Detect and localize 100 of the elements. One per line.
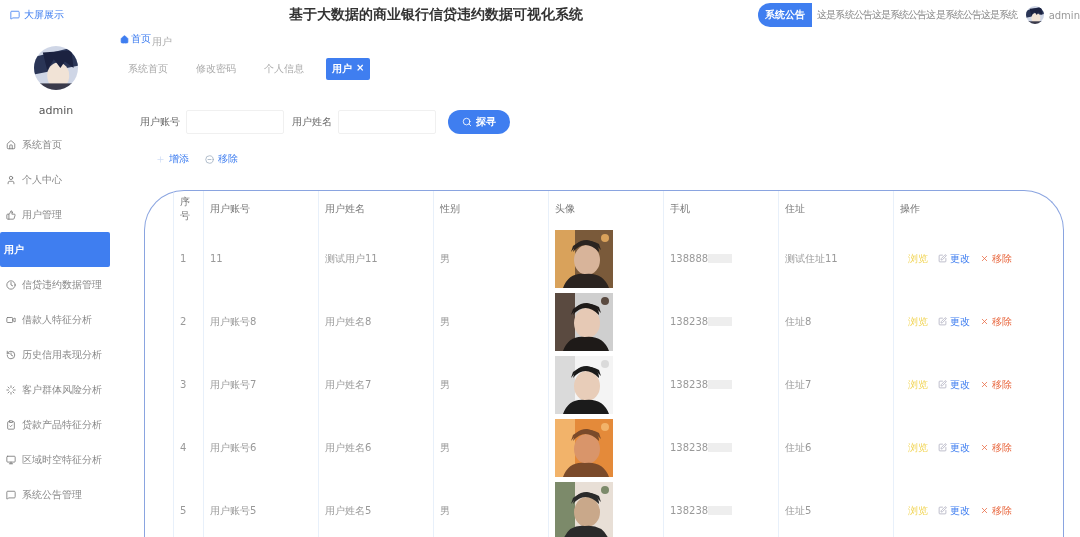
profile-avatar	[34, 46, 78, 90]
edit-icon	[938, 380, 947, 389]
menu-item[interactable]: 客户群体风险分析	[0, 372, 110, 407]
table-cell: 测试住址11	[778, 227, 894, 290]
menu-item[interactable]: 个人中心	[0, 162, 110, 197]
edit-link[interactable]: 更改	[938, 503, 970, 518]
table-cell: 2	[173, 290, 204, 353]
table-cell: 男	[433, 290, 549, 353]
table-cell: 11	[203, 227, 319, 290]
table-cell: 用户账号8	[203, 290, 319, 353]
table-cell: 男	[433, 416, 549, 479]
menu-item[interactable]: 区域时空特征分析	[0, 442, 110, 477]
menu-icon	[6, 209, 16, 220]
column-header: 用户姓名	[318, 191, 434, 227]
notice-text: 这是系统公告这是系统公告这是系统公告这是系统	[817, 8, 1018, 22]
phone-number: 138238	[670, 316, 709, 327]
close-icon	[980, 317, 989, 326]
menu-icon	[6, 384, 16, 395]
profile-name: admin	[38, 104, 74, 117]
edit-icon	[938, 317, 947, 326]
edit-link[interactable]: 更改	[938, 377, 970, 392]
close-icon	[980, 506, 989, 515]
edit-icon	[938, 443, 947, 452]
phone-number: 138888	[670, 253, 709, 264]
edit-icon	[938, 254, 947, 263]
edit-link[interactable]: 更改	[938, 251, 970, 266]
table-cell: 5	[173, 479, 204, 537]
breadcrumb-home-link[interactable]: 首页	[120, 32, 151, 46]
table-cell: 住址6	[778, 416, 894, 479]
chat-icon	[10, 10, 20, 20]
page-tab[interactable]: 系统首页	[122, 58, 180, 80]
phone-number: 138238	[670, 442, 709, 453]
table-cell: 用户姓名6	[318, 416, 434, 479]
table-cell: 用户姓名7	[318, 353, 434, 416]
big-screen-link[interactable]: 大屏展示	[10, 8, 290, 22]
table-cell: 1	[173, 227, 204, 290]
menu-item[interactable]: 系统公告管理	[0, 477, 110, 512]
search-button[interactable]: 探寻	[448, 110, 510, 134]
menu-icon	[6, 139, 16, 150]
table-cell: 3	[173, 353, 204, 416]
user-avatar	[1025, 6, 1044, 24]
remove-button[interactable]: 移除	[205, 152, 238, 166]
close-icon	[980, 380, 989, 389]
minus-circle-icon	[205, 154, 214, 164]
plus-icon	[156, 154, 165, 164]
column-header: 用户账号	[203, 191, 319, 227]
delete-link[interactable]: 移除	[980, 314, 1012, 329]
table-cell: 男	[433, 479, 549, 537]
column-header: 操作	[893, 191, 1063, 227]
delete-link[interactable]: 移除	[980, 440, 1012, 455]
column-header: 性别	[433, 191, 549, 227]
menu-item[interactable]: 用户	[0, 232, 110, 267]
field-label: 用户账号	[140, 115, 180, 129]
add-button[interactable]: 增添	[156, 152, 189, 166]
page-tab[interactable]: 修改密码	[190, 58, 248, 80]
close-icon	[980, 443, 989, 452]
table-cell: 4	[173, 416, 204, 479]
menu-icon	[6, 489, 16, 500]
delete-link[interactable]: 移除	[980, 377, 1012, 392]
menu-icon	[6, 279, 16, 290]
page-tab[interactable]: 用户 ×	[326, 58, 371, 80]
phone-number: 138238	[670, 379, 709, 390]
edit-link[interactable]: 更改	[938, 314, 970, 329]
delete-link[interactable]: 移除	[980, 503, 1012, 518]
table-cell: 男	[433, 227, 549, 290]
table-cell: 住址7	[778, 353, 894, 416]
table-cell: 用户姓名8	[318, 290, 434, 353]
notice-label: 系统公告	[758, 3, 813, 27]
breadcrumb-current: 用户	[152, 35, 172, 49]
table-cell: 用户账号6	[203, 416, 319, 479]
field-label: 用户姓名	[292, 115, 332, 129]
home-icon	[120, 34, 129, 44]
table-cell: 用户姓名5	[318, 479, 434, 537]
menu-icon	[6, 419, 16, 430]
table-cell: 住址5	[778, 479, 894, 537]
page-tab[interactable]: 个人信息	[258, 58, 316, 80]
close-icon	[980, 254, 989, 263]
phone-number: 138238	[670, 505, 709, 516]
table-cell: 测试用户11	[318, 227, 434, 290]
table-cell: 男	[433, 353, 549, 416]
menu-icon	[6, 349, 16, 360]
search-icon	[462, 117, 472, 127]
column-header: 住址	[778, 191, 894, 227]
edit-link[interactable]: 更改	[938, 440, 970, 455]
menu-item[interactable]: 历史信用表现分析	[0, 337, 110, 372]
system-title: 基于大数据的商业银行信贷违约数据可视化系统	[289, 6, 585, 24]
menu-item[interactable]: 借款人特征分析	[0, 302, 110, 337]
table-cell: 用户账号5	[203, 479, 319, 537]
user-name[interactable]: admin	[1048, 9, 1080, 21]
table-cell: 用户账号7	[203, 353, 319, 416]
menu-item[interactable]: 用户管理	[0, 197, 110, 232]
menu-item[interactable]: 信贷违约数据管理	[0, 267, 110, 302]
table-cell: 住址8	[778, 290, 894, 353]
menu-item[interactable]: 系统首页	[0, 127, 110, 162]
menu-item[interactable]: 贷款产品特征分析	[0, 407, 110, 442]
menu-icon	[6, 174, 16, 185]
column-header: 序号	[173, 191, 204, 227]
column-header: 头像	[548, 191, 664, 227]
column-header: 手机	[663, 191, 779, 227]
delete-link[interactable]: 移除	[980, 251, 1012, 266]
